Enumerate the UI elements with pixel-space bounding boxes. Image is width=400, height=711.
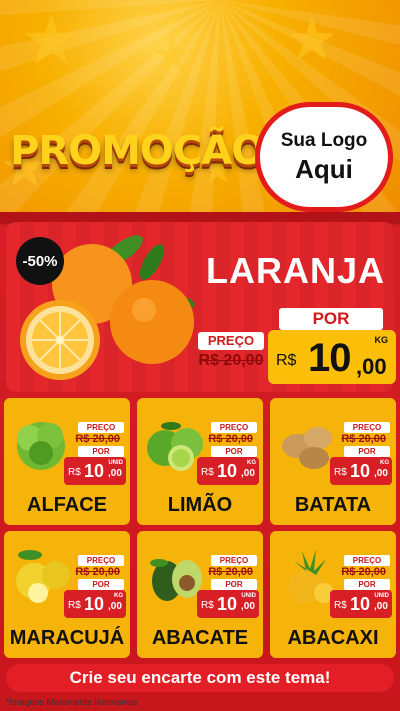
logo-line1: Sua Logo	[280, 129, 368, 151]
price-unit: UNID	[241, 593, 256, 599]
product-card[interactable]: PREÇO R$ 20,00 POR R$ 10,00 KG LIMÃO	[137, 398, 263, 525]
old-price-tag: PREÇO R$ 20,00	[198, 332, 264, 376]
logo-line2: Aqui	[295, 153, 353, 184]
price-decimals: ,00	[108, 601, 122, 612]
product-card[interactable]: PREÇO R$ 20,00 POR R$ 10,00 KG BATATA	[270, 398, 396, 525]
price-decimals: ,00	[356, 354, 387, 379]
old-price-label: PREÇO	[344, 555, 390, 566]
old-price-label: PREÇO	[78, 555, 124, 566]
old-price: R$ 20,00	[341, 566, 386, 578]
new-price-box: R$ 10,00 UNID	[64, 457, 126, 485]
old-price-label: PREÇO	[211, 555, 257, 566]
price-unit: UNID	[374, 593, 389, 599]
price-integer: 10	[350, 461, 371, 481]
price-decimals: ,00	[241, 468, 255, 479]
old-price: R$ 20,00	[75, 566, 120, 578]
promo-title: PROMOÇÃO	[10, 128, 265, 174]
price-unit: KG	[380, 460, 389, 466]
featured-product-card[interactable]: -50% LARANJA PREÇO R$ 20,00 POR R$ 10 ,0…	[6, 222, 396, 392]
currency-symbol: R$	[68, 467, 81, 478]
old-price: R$ 20,00	[198, 352, 264, 369]
price-unit: KG	[247, 460, 256, 466]
new-price-label: POR	[344, 579, 390, 590]
product-card[interactable]: PREÇO R$ 20,00 POR R$ 10,00 UNID ABACATE	[137, 531, 263, 658]
old-price-label: PREÇO	[344, 422, 390, 433]
product-name: ABACAXI	[287, 627, 379, 649]
currency-symbol: R$	[276, 352, 297, 369]
price-decimals: ,00	[374, 601, 388, 612]
price-integer: 10	[84, 461, 105, 481]
new-price-label: POR	[78, 579, 124, 590]
price-integer: 10	[350, 594, 371, 614]
price-integer: 10	[84, 594, 105, 614]
new-price-box: R$ 10,00 KG	[330, 457, 392, 485]
new-price-label: POR	[78, 446, 124, 457]
new-price-box: R$ 10,00 KG	[197, 457, 259, 485]
price-unit: KG	[374, 335, 389, 345]
disclaimer-note: *Imagens Meramente Ilustrativas	[6, 697, 138, 707]
star-decoration: ★	[20, 1, 83, 79]
featured-product-name: LARANJA	[206, 250, 386, 291]
old-price-label: PREÇO	[211, 422, 257, 433]
logo-placeholder[interactable]: Sua Logo Aqui	[255, 102, 393, 212]
new-price-label: POR	[211, 446, 257, 457]
new-price-box: R$ 10,00 KG	[64, 590, 126, 618]
old-price: R$ 20,00	[208, 433, 253, 445]
price-unit: KG	[114, 593, 123, 599]
product-name: ALFACE	[27, 494, 107, 516]
star-decoration: ★	[285, 6, 339, 73]
product-name: LIMÃO	[167, 494, 233, 516]
price-decimals: ,00	[374, 468, 388, 479]
old-price-label: PREÇO	[198, 332, 264, 350]
price-decimals: ,00	[108, 468, 122, 479]
new-price-box: R$ 10 ,00 KG	[268, 330, 396, 384]
star-decoration: ★	[150, 27, 195, 83]
header-ribbon	[0, 212, 400, 222]
price-integer: 10	[308, 336, 351, 380]
flyer-page: ★ ★ ★ ★ ★ PROMOÇÃO Sua Logo Aqui -50% LA…	[0, 0, 400, 711]
old-price: R$ 20,00	[208, 566, 253, 578]
price-integer: 10	[217, 594, 238, 614]
currency-symbol: R$	[334, 600, 347, 611]
product-name: MARACUJÁ	[9, 627, 125, 649]
new-price-box: R$ 10,00 UNID	[197, 590, 259, 618]
price-integer: 10	[217, 461, 238, 481]
old-price: R$ 20,00	[341, 433, 386, 445]
product-name: ABACATE	[151, 627, 249, 649]
old-price: R$ 20,00	[75, 433, 120, 445]
new-price-box: R$ 10,00 UNID	[330, 590, 392, 618]
product-card[interactable]: PREÇO R$ 20,00 POR R$ 10,00 UNID ABACAXI	[270, 531, 396, 658]
currency-symbol: R$	[334, 467, 347, 478]
cta-banner[interactable]: Crie seu encarte com este tema!	[6, 664, 394, 692]
currency-symbol: R$	[201, 467, 214, 478]
old-price-label: PREÇO	[78, 422, 124, 433]
new-price-label: POR	[211, 579, 257, 590]
currency-symbol: R$	[68, 600, 81, 611]
product-card[interactable]: PREÇO R$ 20,00 POR R$ 10,00 UNID ALFACE	[4, 398, 130, 525]
discount-badge: -50%	[16, 237, 64, 285]
price-unit: UNID	[108, 460, 123, 466]
new-price-label: POR	[279, 308, 383, 330]
currency-symbol: R$	[201, 600, 214, 611]
price-decimals: ,00	[241, 601, 255, 612]
promo-header: ★ ★ ★ ★ ★ PROMOÇÃO Sua Logo Aqui	[0, 0, 400, 215]
new-price-label: POR	[344, 446, 390, 457]
product-card[interactable]: PREÇO R$ 20,00 POR R$ 10,00 KG MARACUJÁ	[4, 531, 130, 658]
product-name: BATATA	[294, 494, 372, 516]
